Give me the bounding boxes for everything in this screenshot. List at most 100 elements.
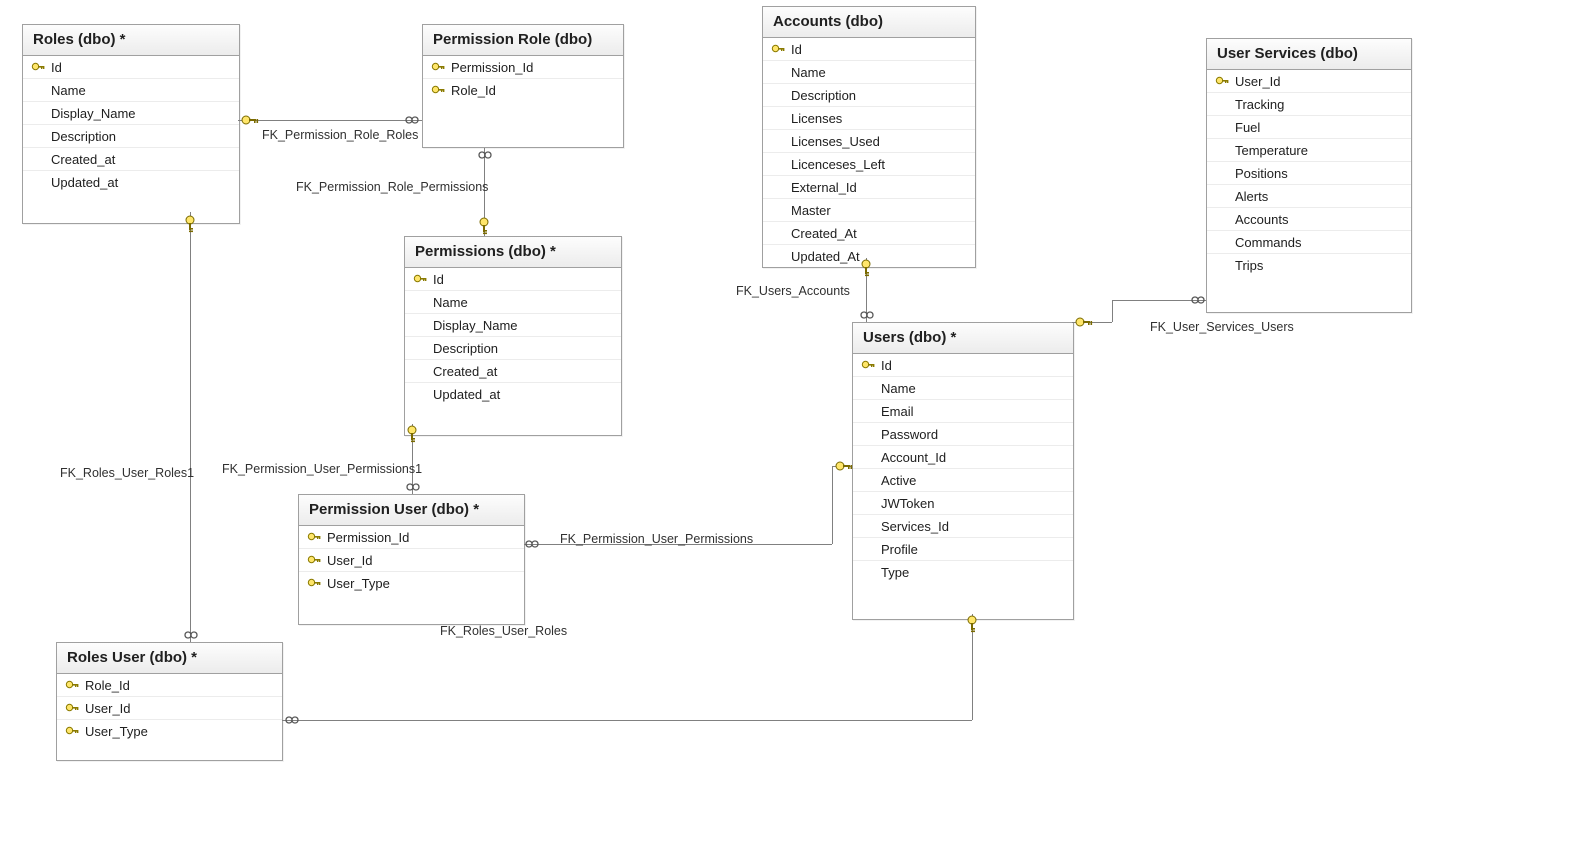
column-name: Services_Id: [881, 519, 949, 534]
column-row[interactable]: Id: [405, 268, 621, 291]
infinity-end-icon: [477, 148, 493, 162]
erd-canvas[interactable]: Roles (dbo) * IdNameDisplay_NameDescript…: [0, 0, 1590, 866]
table-columns: User_IdTrackingFuelTemperaturePositionsA…: [1207, 70, 1411, 276]
column-row[interactable]: User_Type: [299, 572, 524, 594]
column-name: Commands: [1235, 235, 1301, 250]
column-row[interactable]: Licenceses_Left: [763, 153, 975, 176]
column-row[interactable]: Email: [853, 400, 1073, 423]
column-row[interactable]: Created_at: [405, 360, 621, 383]
column-row[interactable]: Account_Id: [853, 446, 1073, 469]
column-row[interactable]: Password: [853, 423, 1073, 446]
column-row[interactable]: Description: [763, 84, 975, 107]
column-name: Description: [433, 341, 498, 356]
column-name: Password: [881, 427, 938, 442]
column-row[interactable]: User_Id: [57, 697, 282, 720]
column-name: User_Id: [85, 701, 131, 716]
column-row[interactable]: Alerts: [1207, 185, 1411, 208]
infinity-end-icon: [404, 113, 420, 127]
column-row[interactable]: Temperature: [1207, 139, 1411, 162]
table-permission-user[interactable]: Permission User (dbo) * Permission_Id Use…: [298, 494, 525, 625]
table-roles[interactable]: Roles (dbo) * IdNameDisplay_NameDescript…: [22, 24, 240, 224]
column-row[interactable]: Created_at: [23, 148, 239, 171]
column-name: Id: [51, 60, 62, 75]
table-columns: Permission_Id User_Id User_Type: [299, 526, 524, 594]
column-row[interactable]: Profile: [853, 538, 1073, 561]
column-row[interactable]: Active: [853, 469, 1073, 492]
column-row[interactable]: Fuel: [1207, 116, 1411, 139]
column-row[interactable]: Trips: [1207, 254, 1411, 276]
primary-key-icon: [65, 703, 79, 713]
column-row[interactable]: Type: [853, 561, 1073, 583]
relationship-line: [832, 466, 833, 544]
column-name: Accounts: [1235, 212, 1288, 227]
column-row[interactable]: Display_Name: [23, 102, 239, 125]
column-row[interactable]: External_Id: [763, 176, 975, 199]
column-row[interactable]: Id: [853, 354, 1073, 377]
table-accounts[interactable]: Accounts (dbo) IdNameDescriptionLicenses…: [762, 6, 976, 268]
key-end-icon: [1074, 315, 1094, 329]
column-name: Profile: [881, 542, 918, 557]
column-name: Id: [433, 272, 444, 287]
primary-key-icon: [431, 85, 445, 95]
table-permissions[interactable]: Permissions (dbo) * IdNameDisplay_NameDe…: [404, 236, 622, 436]
column-row[interactable]: Accounts: [1207, 208, 1411, 231]
column-name: Licenses_Used: [791, 134, 880, 149]
column-name: Name: [791, 65, 826, 80]
column-name: Name: [881, 381, 916, 396]
table-permission-role[interactable]: Permission Role (dbo) Permission_IdRole_…: [422, 24, 624, 148]
column-row[interactable]: User_Id: [299, 549, 524, 572]
column-row[interactable]: Updated_at: [405, 383, 621, 405]
primary-key-icon: [65, 680, 79, 690]
column-row[interactable]: User_Type: [57, 720, 282, 742]
column-row[interactable]: Master: [763, 199, 975, 222]
column-name: Permission_Id: [451, 60, 533, 75]
column-row[interactable]: Permission_Id: [423, 56, 623, 79]
column-row[interactable]: Role_Id: [57, 674, 282, 697]
column-row[interactable]: Name: [23, 79, 239, 102]
column-row[interactable]: Licenses: [763, 107, 975, 130]
relationship-line: [238, 120, 422, 121]
column-row[interactable]: Role_Id: [423, 79, 623, 101]
primary-key-icon: [771, 44, 785, 54]
relationship-label: FK_Permission_Role_Permissions: [296, 180, 488, 194]
column-row[interactable]: Commands: [1207, 231, 1411, 254]
table-user-services[interactable]: User Services (dbo) User_IdTrackingFuelT…: [1206, 38, 1412, 313]
column-row[interactable]: Display_Name: [405, 314, 621, 337]
key-end-icon: [405, 424, 419, 444]
table-users[interactable]: Users (dbo) * IdNameEmailPasswordAccount…: [852, 322, 1074, 620]
table-columns: Id Name Display_Name Description Created_at U…: [23, 56, 239, 193]
column-row[interactable]: Description: [23, 125, 239, 148]
table-roles-user[interactable]: Roles User (dbo) * Role_IdUser_IdUser_Ty…: [56, 642, 283, 761]
relationship-label: FK_Users_Accounts: [736, 284, 850, 298]
column-row[interactable]: Id: [763, 38, 975, 61]
column-name: Permission_Id: [327, 530, 409, 545]
relationship-label: FK_Permission_User_Permissions1: [222, 462, 422, 476]
column-row[interactable]: Created_At: [763, 222, 975, 245]
column-row[interactable]: Name: [853, 377, 1073, 400]
column-row[interactable]: Id: [23, 56, 239, 79]
column-name: User_Id: [327, 553, 373, 568]
column-row[interactable]: Licenses_Used: [763, 130, 975, 153]
column-name: Created_at: [51, 152, 115, 167]
column-row[interactable]: Permission_Id: [299, 526, 524, 549]
relationship-label: FK_Permission_User_Permissions: [560, 532, 753, 546]
table-title: Permission User (dbo) *: [299, 495, 524, 526]
column-row[interactable]: Name: [763, 61, 975, 84]
column-name: Display_Name: [51, 106, 136, 121]
column-name: User_Type: [85, 724, 148, 739]
column-row[interactable]: Positions: [1207, 162, 1411, 185]
key-end-icon: [477, 216, 491, 236]
column-row[interactable]: Name: [405, 291, 621, 314]
column-name: Name: [51, 83, 86, 98]
column-row[interactable]: User_Id: [1207, 70, 1411, 93]
column-row[interactable]: Updated_at: [23, 171, 239, 193]
column-row[interactable]: Description: [405, 337, 621, 360]
key-end-icon: [183, 214, 197, 234]
column-name: Role_Id: [85, 678, 130, 693]
relationship-label: FK_Permission_Role_Roles: [262, 128, 418, 142]
column-row[interactable]: Services_Id: [853, 515, 1073, 538]
column-row[interactable]: JWToken: [853, 492, 1073, 515]
column-name: Description: [791, 88, 856, 103]
key-end-icon: [965, 614, 979, 634]
column-row[interactable]: Tracking: [1207, 93, 1411, 116]
